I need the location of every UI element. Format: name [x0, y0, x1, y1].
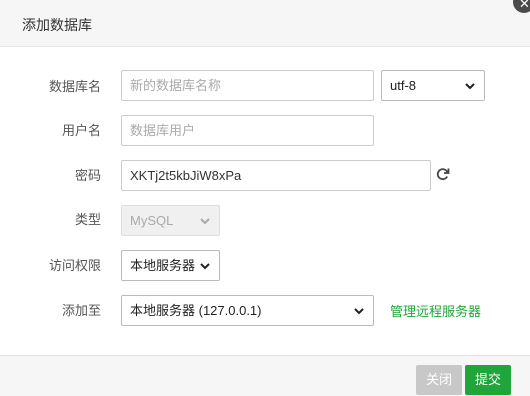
type-select: MySQL — [121, 205, 220, 236]
access-select[interactable]: 本地服务器 — [121, 250, 220, 281]
chevron-down-icon — [200, 218, 210, 225]
charset-selected: utf-8 — [390, 78, 417, 93]
manage-remote-servers-link[interactable]: 管理远程服务器 — [390, 296, 481, 327]
access-label: 访问权限 — [48, 258, 101, 273]
chevron-down-icon — [200, 263, 210, 270]
access-selected: 本地服务器 — [130, 258, 196, 273]
db-name-input[interactable]: 新的数据库名称 — [121, 70, 374, 101]
chevron-down-icon — [465, 83, 475, 90]
password-value: XKTj2t5kbJiW8xPa — [130, 168, 242, 183]
dialog-title-bar: 添加数据库 — [0, 0, 530, 47]
close-button[interactable]: 关闭 — [416, 365, 462, 395]
password-input[interactable]: XKTj2t5kbJiW8xPa — [121, 160, 431, 191]
chevron-down-icon — [354, 308, 364, 315]
add-to-selected: 本地服务器 (127.0.0.1) — [130, 303, 262, 318]
db-name-label: 数据库名 — [48, 79, 101, 94]
refresh-icon[interactable] — [436, 167, 450, 181]
password-label: 密码 — [74, 168, 101, 183]
username-label: 用户名 — [61, 123, 101, 138]
username-input[interactable]: 数据库用户 — [121, 115, 374, 146]
type-selected: MySQL — [130, 213, 174, 228]
dialog-title: 添加数据库 — [22, 17, 92, 33]
db-name-placeholder: 新的数据库名称 — [130, 78, 222, 93]
add-to-label: 添加至 — [61, 303, 101, 318]
charset-select[interactable]: utf-8 — [381, 70, 485, 101]
username-placeholder: 数据库用户 — [130, 123, 196, 138]
submit-button[interactable]: 提交 — [465, 365, 511, 395]
add-database-dialog: 添加数据库 ✕ 数据库名 新的数据库名称 utf-8 用户名 数据库用户 密码 … — [0, 0, 530, 396]
add-to-select[interactable]: 本地服务器 (127.0.0.1) — [121, 295, 374, 326]
type-label: 类型 — [74, 212, 101, 227]
